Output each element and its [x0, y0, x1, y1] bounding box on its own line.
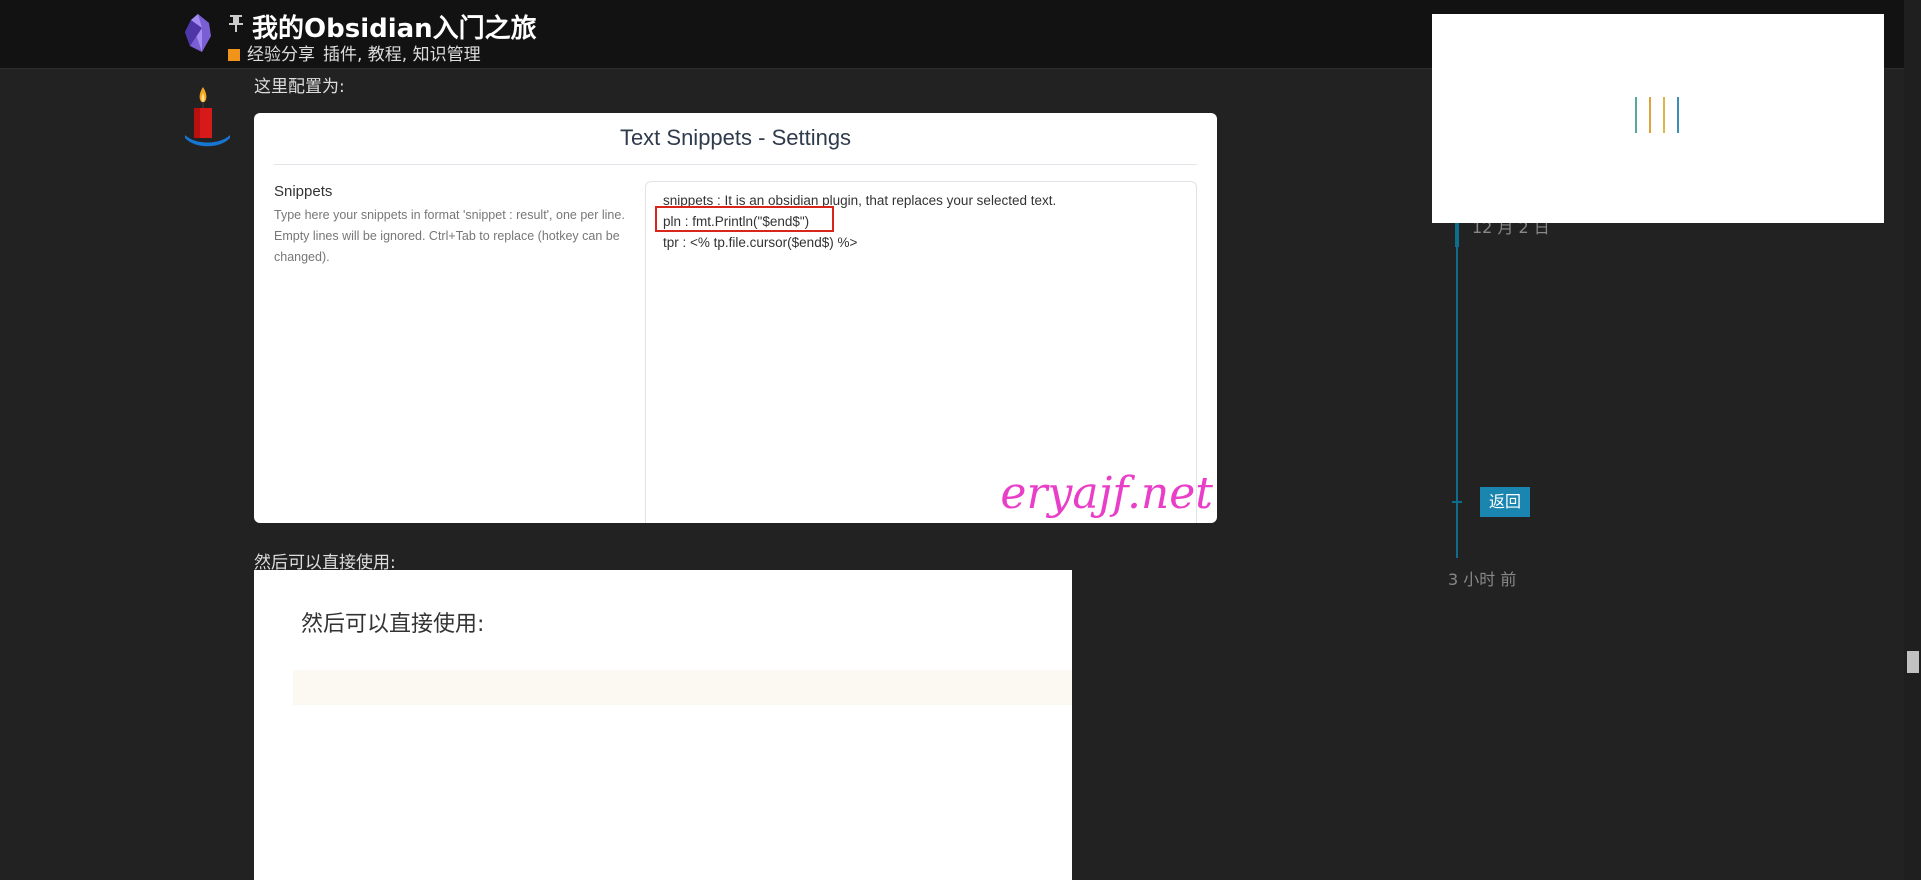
scrollbar[interactable] [1904, 0, 1921, 880]
snippets-description: Type here your snippets in format 'snipp… [274, 208, 625, 264]
watermark: eryajf.net [1000, 468, 1213, 519]
intro-text: 这里配置为: [254, 77, 345, 97]
snippet-line: tpr : <% tp.file.cursor($end$) %> [663, 235, 858, 250]
tags-link[interactable]: 插件, 教程, 知识管理 [323, 45, 481, 65]
snippets-label: Snippets [274, 183, 333, 200]
code-block [293, 670, 1072, 705]
settings-screenshot: Text Snippets - Settings Snippets Type h… [254, 113, 1217, 523]
loading-spinner-icon [1635, 97, 1681, 133]
candle-avatar-icon[interactable] [185, 85, 230, 150]
settings-title: Text Snippets - Settings [619, 125, 852, 150]
usage-heading: 然后可以直接使用: [301, 612, 485, 637]
time-ago-label: 3 小时 前 [1448, 570, 1517, 589]
usage-screenshot: 然后可以直接使用: [254, 570, 1072, 880]
pin-icon [229, 15, 243, 32]
scrollbar-thumb[interactable] [1907, 651, 1919, 673]
obsidian-logo-icon[interactable] [185, 14, 211, 52]
category-square-icon [228, 49, 240, 61]
highlight-box [655, 206, 834, 232]
divider [274, 164, 1197, 165]
loading-popup [1432, 14, 1884, 223]
timeline-line [1456, 223, 1458, 558]
timeline-marker [1455, 223, 1459, 247]
timeline-tick [1452, 501, 1462, 503]
post-meta: 经验分享 插件, 教程, 知识管理 [228, 40, 481, 65]
category-link[interactable]: 经验分享 [247, 45, 315, 65]
back-button[interactable]: 返回 [1480, 487, 1530, 517]
